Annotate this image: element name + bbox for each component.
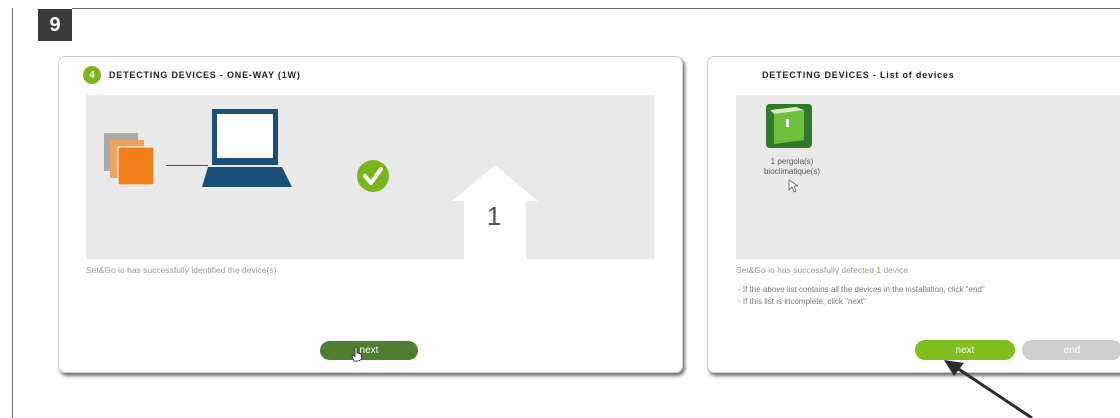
frame-top-border bbox=[72, 8, 1120, 9]
detection-status: Set&Go io has successfully detected 1 de… bbox=[736, 265, 911, 275]
remote-device-icon bbox=[104, 133, 155, 186]
end-button[interactable]: end bbox=[1022, 340, 1120, 360]
panel-title: DETECTING DEVICES - List of devices bbox=[762, 70, 955, 80]
panel-title: DETECTING DEVICES - ONE-WAY (1W) bbox=[109, 70, 301, 80]
check-circle-icon bbox=[357, 160, 389, 192]
device-list-area: 1 pergola(s) bioclimatique(s) bbox=[736, 95, 1120, 259]
next-button-label: next bbox=[955, 344, 975, 356]
frame-left-border bbox=[12, 8, 13, 418]
status-text: Set&Go io has successfully identified th… bbox=[86, 265, 277, 275]
step-number-badge: 4 bbox=[83, 66, 101, 84]
detecting-devices-panel: 4 DETECTING DEVICES - ONE-WAY (1W) 1 Set… bbox=[58, 56, 683, 373]
pergola-icon[interactable] bbox=[766, 104, 812, 148]
device-list-panel: DETECTING DEVICES - List of devices 1 pe… bbox=[707, 56, 1120, 373]
pointer-arrow-icon bbox=[944, 360, 1033, 418]
house-count: 1 bbox=[486, 201, 502, 231]
hand-cursor-icon bbox=[351, 346, 363, 362]
detection-illustration: 1 bbox=[86, 95, 654, 259]
hint-complete: - If the above list contains all the dev… bbox=[738, 285, 985, 294]
step-badge: 9 bbox=[38, 9, 72, 41]
end-button-label: end bbox=[1063, 344, 1081, 356]
next-button[interactable]: next bbox=[915, 340, 1015, 360]
next-button[interactable]: next bbox=[320, 341, 418, 360]
mouse-cursor-icon bbox=[788, 179, 798, 193]
hint-incomplete: - If this list is incomplete, click "nex… bbox=[738, 297, 866, 306]
device-label: 1 pergola(s) bioclimatique(s) bbox=[763, 157, 821, 176]
laptop-icon bbox=[202, 109, 292, 187]
